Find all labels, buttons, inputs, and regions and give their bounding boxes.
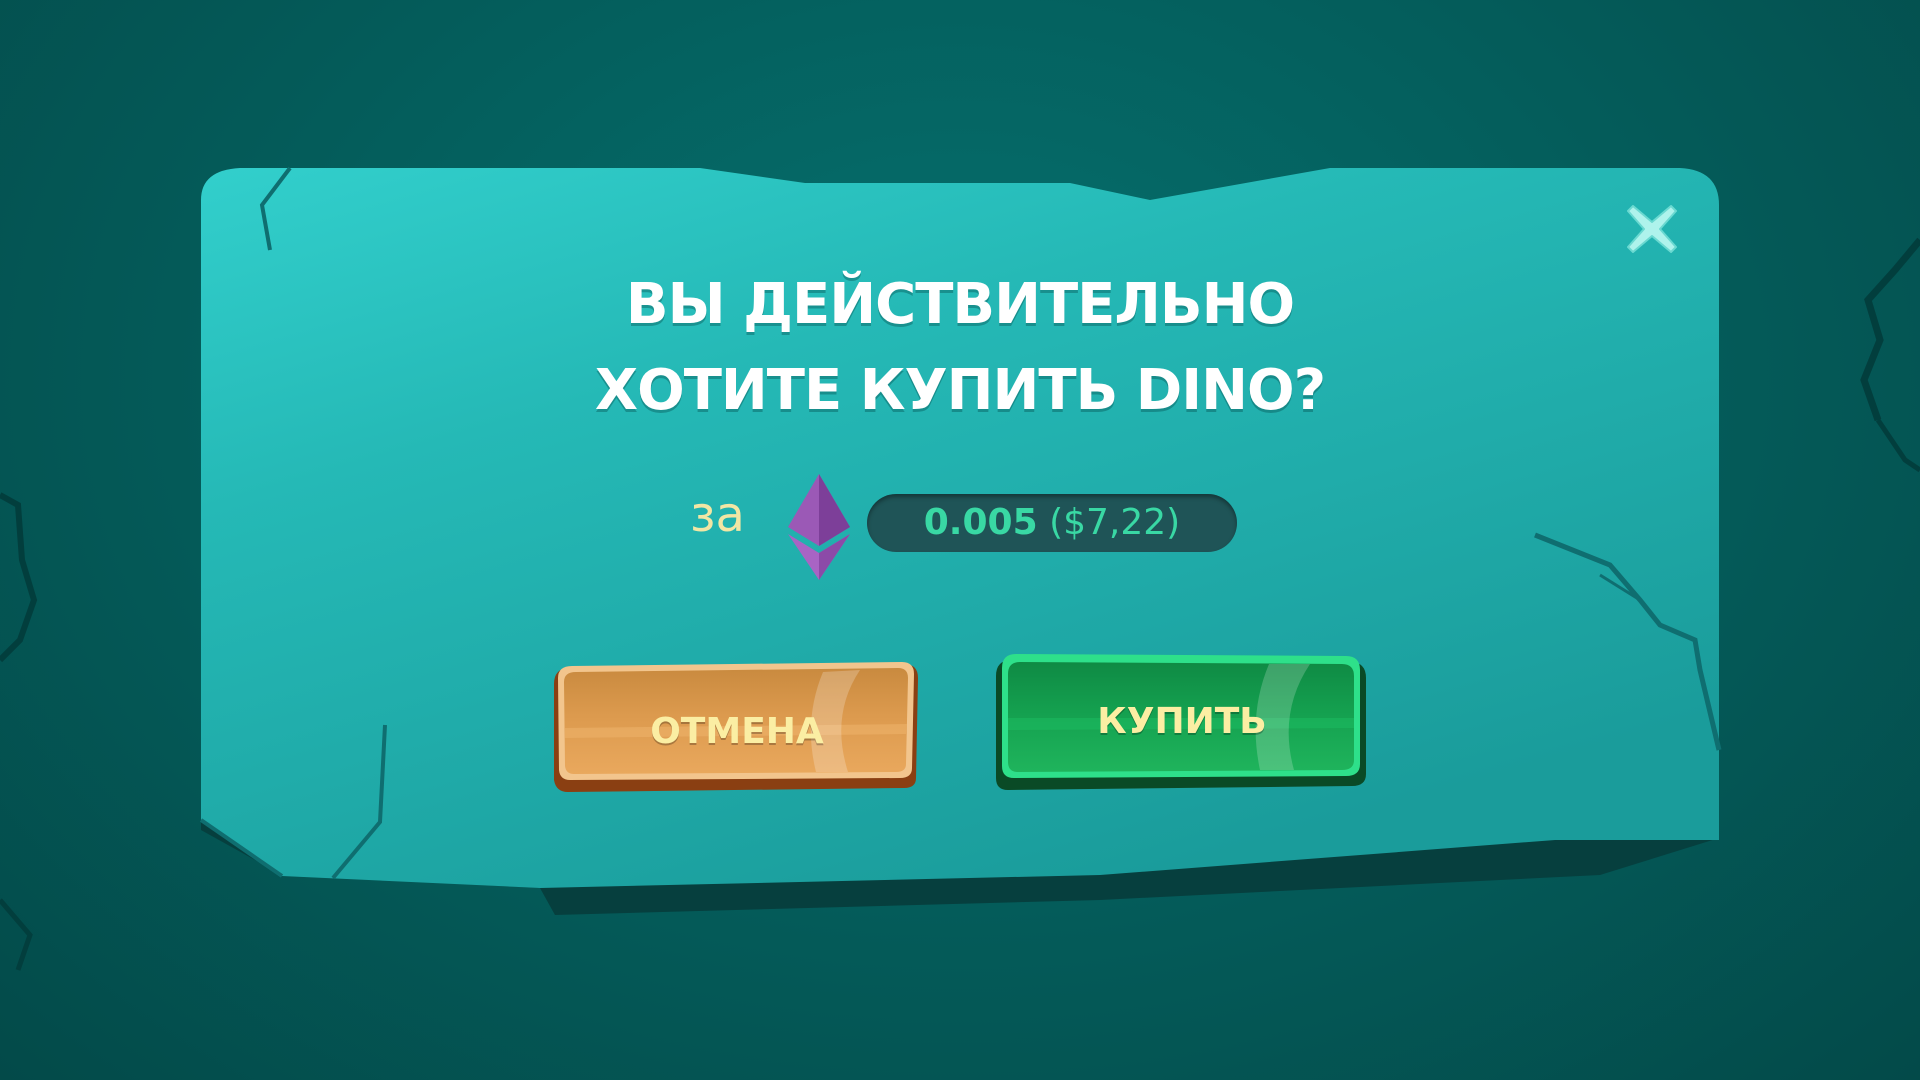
close-icon: [1627, 205, 1677, 253]
ethereum-icon: [788, 474, 850, 580]
eth-amount: 0.005: [923, 502, 1038, 543]
buy-button-label: КУПИТЬ: [1097, 701, 1267, 742]
dialog-title-line2: ХОТИТЕ КУПИТЬ DINO?: [594, 358, 1326, 423]
cancel-button[interactable]: ОТМЕНА: [548, 660, 926, 800]
dialog-title: ВЫ ДЕЙСТВИТЕЛЬНО ХОТИТЕ КУПИТЬ DINO?: [460, 262, 1460, 434]
buy-button[interactable]: КУПИТЬ: [994, 652, 1370, 800]
price-display: 0.005 ($7,22): [867, 494, 1237, 552]
dialog-title-line1: ВЫ ДЕЙСТВИТЕЛЬНО: [625, 272, 1295, 337]
price-prefix: за: [690, 487, 745, 543]
usd-amount: ($7,22): [1049, 502, 1181, 543]
cancel-button-label: ОТМЕНА: [650, 711, 824, 752]
close-button[interactable]: [1623, 200, 1681, 258]
